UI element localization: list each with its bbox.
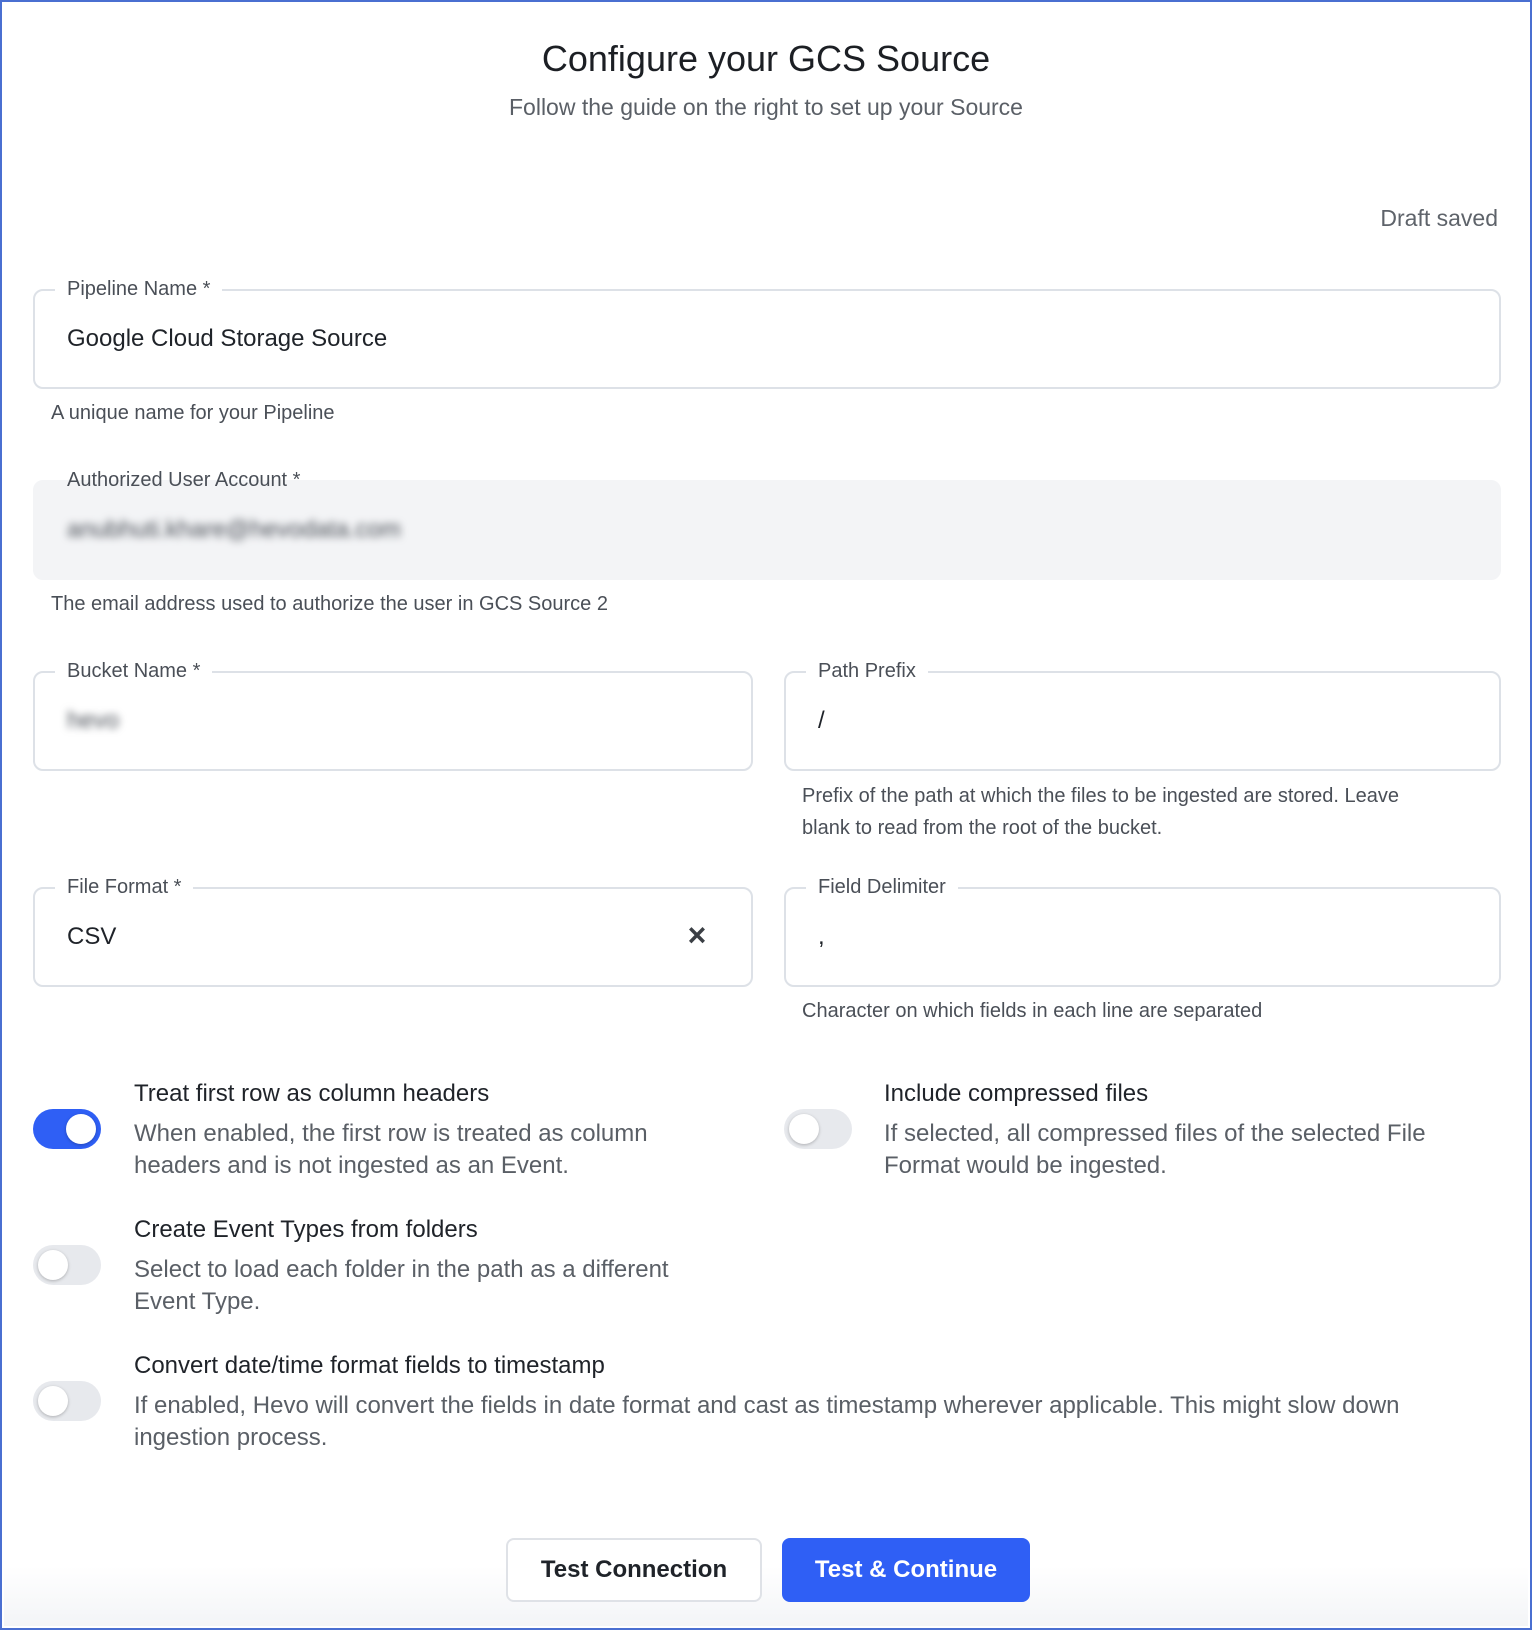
field-delimiter-input[interactable]: , (818, 923, 825, 951)
convert-datetime-title: Convert date/time format fields to times… (134, 1352, 605, 1379)
authorized-user-hint: The email address used to authorize the … (51, 593, 608, 615)
field-delimiter-hint: Character on which fields in each line a… (802, 1000, 1263, 1022)
path-prefix-hint-line1: Prefix of the path at which the files to… (802, 785, 1400, 807)
bottom-fade (4, 1566, 1528, 1626)
clear-icon[interactable]: × (679, 915, 715, 955)
convert-datetime-desc-line1: If enabled, Hevo will convert the fields… (134, 1392, 1400, 1419)
toggle-knob (66, 1114, 96, 1144)
compressed-files-desc-line2: Format would be ingested. (884, 1152, 1167, 1179)
event-types-folders-desc-line2: Event Type. (134, 1288, 261, 1315)
first-row-headers-desc-line2: headers and is not ingested as an Event. (134, 1152, 569, 1179)
bucket-name-label: Bucket Name * (55, 657, 213, 685)
first-row-headers-toggle[interactable] (33, 1109, 101, 1149)
compressed-files-desc-line1: If selected, all compressed files of the… (884, 1120, 1426, 1147)
configure-source-panel: Configure your GCS Source Follow the gui… (0, 0, 1532, 1630)
event-types-folders-toggle[interactable] (33, 1245, 101, 1285)
path-prefix-hint-line2: blank to read from the root of the bucke… (802, 817, 1163, 839)
event-types-folders-title: Create Event Types from folders (134, 1216, 478, 1243)
event-types-folders-desc-line1: Select to load each folder in the path a… (134, 1256, 669, 1283)
authorized-user-field: Authorized User Account * anubhuti.khare… (33, 469, 1501, 580)
toggle-knob (38, 1250, 68, 1280)
path-prefix-input[interactable]: / (818, 707, 825, 735)
pipeline-name-hint: A unique name for your Pipeline (51, 402, 335, 424)
draft-status: Draft saved (1380, 205, 1498, 231)
toggle-knob (789, 1114, 819, 1144)
page-subtitle: Follow the guide on the right to set up … (509, 94, 1023, 120)
path-prefix-label: Path Prefix (806, 657, 928, 685)
first-row-headers-desc-line1: When enabled, the first row is treated a… (134, 1120, 648, 1147)
compressed-files-toggle[interactable] (784, 1109, 852, 1149)
compressed-files-title: Include compressed files (884, 1080, 1149, 1107)
file-format-value: CSV (67, 923, 117, 950)
first-row-headers-title: Treat first row as column headers (134, 1080, 490, 1107)
pipeline-name-input[interactable]: Google Cloud Storage Source (67, 325, 387, 353)
test-connection-button[interactable]: Test Connection (506, 1538, 762, 1602)
pipeline-name-field[interactable]: Pipeline Name * Google Cloud Storage Sou… (33, 275, 1501, 389)
path-prefix-field[interactable]: Path Prefix / (784, 657, 1501, 771)
field-delimiter-field[interactable]: Field Delimiter , (784, 873, 1501, 987)
convert-datetime-toggle[interactable] (33, 1381, 101, 1421)
bucket-name-field[interactable]: Bucket Name * hevo (33, 657, 753, 771)
test-continue-button[interactable]: Test & Continue (782, 1538, 1030, 1602)
toggle-knob (38, 1386, 68, 1416)
file-format-select[interactable]: File Format * CSV × (33, 873, 753, 987)
pipeline-name-label: Pipeline Name * (55, 275, 223, 303)
field-delimiter-label: Field Delimiter (806, 873, 958, 901)
authorized-user-label: Authorized User Account * (67, 469, 301, 491)
convert-datetime-desc-line2: ingestion process. (134, 1424, 328, 1451)
page-title: Configure your GCS Source (541, 38, 991, 79)
authorized-user-value: anubhuti.khare@hevodata.com (67, 516, 401, 543)
file-format-label: File Format * (55, 873, 194, 901)
bucket-name-input[interactable]: hevo (67, 707, 119, 735)
